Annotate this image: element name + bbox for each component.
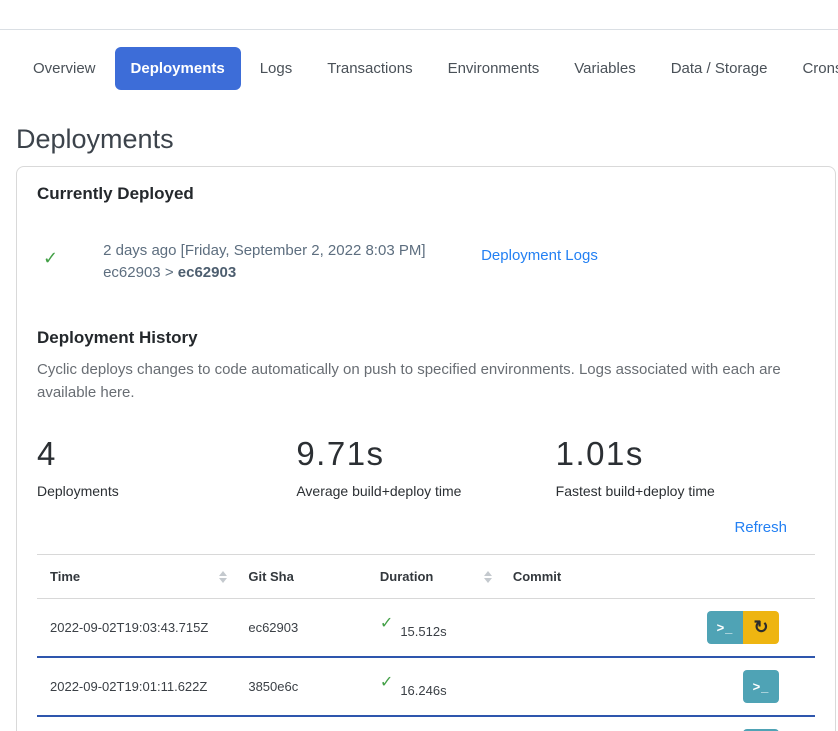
deployment-history-heading: Deployment History [37, 328, 815, 348]
column-header-time-label: Time [50, 569, 80, 584]
cell-time: 2022-09-02T19:03:43.715Z [37, 599, 235, 658]
stat-fastest-time: 1.01s Fastest build+deploy time [556, 435, 815, 499]
deployed-sha: ec62903 > ec62903 [103, 262, 435, 284]
tab-logs[interactable]: Logs [244, 47, 309, 90]
cell-commit [500, 657, 687, 716]
deployment-stats: 4 Deployments 9.71s Average build+deploy… [37, 435, 815, 499]
deployed-timestamp: 2 days ago [Friday, September 2, 2022 8:… [103, 240, 435, 262]
build-logs-terminal-button[interactable]: >_ [707, 611, 743, 644]
table-header-row: Time Git Sha Duration Commit [37, 555, 815, 599]
table-row: 2022-09-02T19:03:43.715Z ec62903 ✓ 15.51… [37, 599, 815, 658]
refresh-link[interactable]: Refresh [734, 519, 787, 536]
stat-average-time-label: Average build+deploy time [296, 483, 555, 499]
deployment-logs-link[interactable]: Deployment Logs [481, 247, 598, 264]
sha-from: ec62903 [103, 264, 161, 281]
column-header-git-sha: Git Sha [235, 555, 367, 599]
tab-deployments[interactable]: Deployments [115, 47, 241, 90]
stat-deployments-label: Deployments [37, 483, 296, 499]
table-row: 2022-09-02T19:01:11.622Z 3850e6c ✓ 16.24… [37, 657, 815, 716]
redeploy-button[interactable]: ↻ [743, 611, 779, 644]
refresh-row: Refresh [37, 519, 815, 537]
stat-fastest-time-value: 1.01s [556, 435, 815, 472]
sort-icon[interactable] [484, 571, 492, 583]
cell-duration: ✓ 15.512s [367, 599, 500, 658]
terminal-icon: >_ [753, 679, 770, 694]
terminal-icon: >_ [717, 620, 734, 635]
redo-icon: ↻ [753, 617, 768, 638]
tab-data-storage[interactable]: Data / Storage [655, 47, 784, 90]
column-header-duration[interactable]: Duration [367, 555, 500, 599]
currently-deployed-row: ✓ 2 days ago [Friday, September 2, 2022 … [43, 240, 815, 284]
deployment-history-table: Time Git Sha Duration Commit 2022-09-02T… [37, 554, 815, 731]
currently-deployed-heading: Currently Deployed [37, 184, 815, 204]
tab-overview[interactable]: Overview [17, 47, 112, 90]
cell-time: 2022-09-02T18:59:04.541Z [37, 716, 235, 731]
sort-icon[interactable] [219, 571, 227, 583]
deployments-card: Currently Deployed ✓ 2 days ago [Friday,… [16, 166, 836, 731]
duration-value: 16.246s [400, 683, 446, 698]
cell-duration [367, 716, 500, 731]
tab-environments[interactable]: Environments [432, 47, 556, 90]
stat-average-time: 9.71s Average build+deploy time [296, 435, 555, 499]
tab-transactions[interactable]: Transactions [311, 47, 428, 90]
app-tab-bar: Overview Deployments Logs Transactions E… [0, 30, 838, 90]
table-row: 2022-09-02T18:59:04.541Z bfcc9b3 >_ [37, 716, 815, 731]
cell-git-sha: bfcc9b3 [235, 716, 367, 731]
duration-value: 15.512s [400, 624, 446, 639]
cell-actions: >_ [687, 657, 815, 716]
cell-time: 2022-09-02T19:01:11.622Z [37, 657, 235, 716]
column-header-actions [687, 555, 815, 599]
success-check-icon: ✓ [380, 675, 393, 691]
cell-actions: >_ ↻ [687, 599, 815, 658]
stat-fastest-time-label: Fastest build+deploy time [556, 483, 815, 499]
column-header-time[interactable]: Time [37, 555, 235, 599]
row-actions: >_ [743, 670, 779, 703]
column-header-commit: Commit [500, 555, 687, 599]
cell-actions: >_ [687, 716, 815, 731]
stat-deployments-value: 4 [37, 435, 296, 472]
tab-crons[interactable]: Crons [786, 47, 838, 90]
sha-separator: > [165, 264, 174, 281]
success-check-icon: ✓ [380, 616, 393, 632]
deployment-history-description: Cyclic deploys changes to code automatic… [37, 358, 815, 404]
build-logs-terminal-button[interactable]: >_ [743, 670, 779, 703]
page-title: Deployments [16, 124, 838, 154]
sha-to: ec62903 [178, 264, 236, 281]
stat-average-time-value: 9.71s [296, 435, 555, 472]
cell-git-sha: 3850e6c [235, 657, 367, 716]
deployed-info: 2 days ago [Friday, September 2, 2022 8:… [103, 240, 435, 284]
cell-commit [500, 716, 687, 731]
tab-variables[interactable]: Variables [558, 47, 651, 90]
stat-deployments: 4 Deployments [37, 435, 296, 499]
top-navbar-divider [0, 0, 838, 30]
column-header-duration-label: Duration [380, 569, 433, 584]
success-check-icon: ✓ [43, 248, 58, 269]
row-actions: >_ ↻ [707, 611, 779, 644]
cell-commit [500, 599, 687, 658]
cell-duration: ✓ 16.246s [367, 657, 500, 716]
cell-git-sha: ec62903 [235, 599, 367, 658]
